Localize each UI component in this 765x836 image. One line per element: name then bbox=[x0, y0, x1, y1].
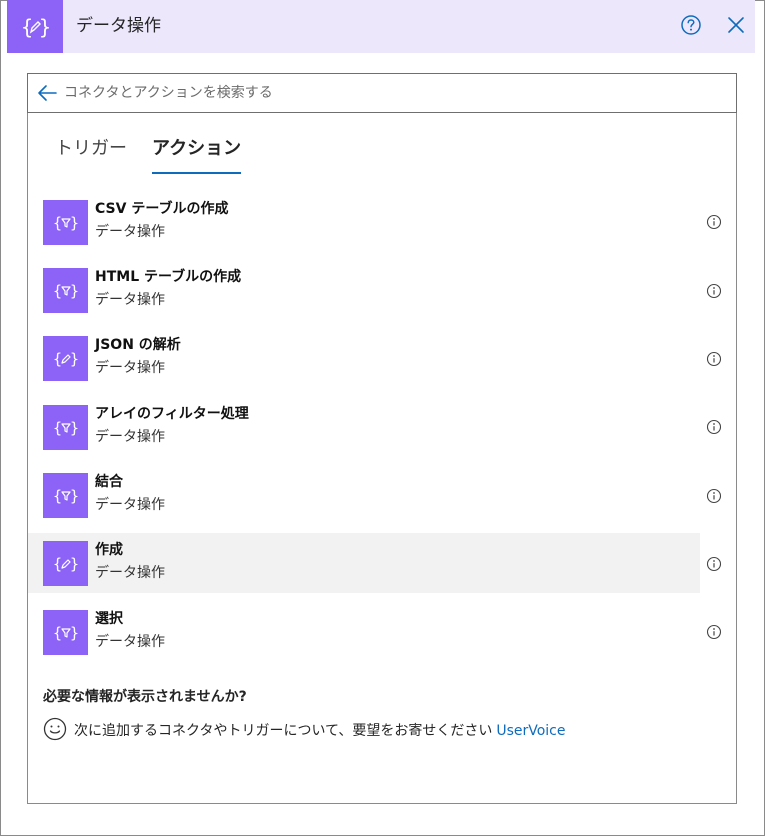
missing-info-heading: 必要な情報が表示されませんか? bbox=[43, 689, 247, 705]
close-icon[interactable] bbox=[725, 14, 747, 36]
action-item-select[interactable]: {} 選択 データ操作 bbox=[28, 602, 700, 662]
info-icon[interactable] bbox=[706, 419, 722, 435]
info-icon[interactable] bbox=[706, 283, 722, 299]
info-icon[interactable] bbox=[706, 556, 722, 572]
action-title: 結合 bbox=[95, 474, 123, 490]
data-edit-icon: {} bbox=[43, 541, 88, 586]
svg-text:{: { bbox=[53, 214, 62, 232]
active-tab-indicator bbox=[152, 172, 241, 174]
svg-text:}: } bbox=[70, 555, 79, 573]
dialog-header: { } データ操作 bbox=[7, 0, 755, 53]
action-subtitle: データ操作 bbox=[95, 224, 165, 240]
svg-text:}: } bbox=[39, 15, 51, 39]
svg-text:}: } bbox=[70, 350, 79, 368]
tab-triggers[interactable]: トリガー bbox=[55, 134, 127, 164]
action-subtitle: データ操作 bbox=[95, 634, 165, 650]
tab-actions[interactable]: アクション bbox=[152, 134, 241, 164]
data-filter-icon: {} bbox=[43, 473, 88, 518]
data-edit-icon: {} bbox=[43, 336, 88, 381]
action-item-create-html-table[interactable]: {} HTML テーブルの作成 データ操作 bbox=[28, 260, 700, 320]
action-subtitle: データ操作 bbox=[95, 360, 165, 376]
action-item-create-csv-table[interactable]: {} CSV テーブルの作成 データ操作 bbox=[28, 192, 700, 252]
action-subtitle: データ操作 bbox=[95, 429, 165, 445]
question-circle-icon[interactable] bbox=[680, 14, 702, 36]
action-title: CSV テーブルの作成 bbox=[95, 201, 229, 217]
action-title: JSON の解析 bbox=[95, 337, 181, 353]
action-item-parse-json[interactable]: {} JSON の解析 データ操作 bbox=[28, 328, 700, 388]
svg-text:{: { bbox=[53, 624, 62, 642]
svg-text:{: { bbox=[53, 487, 62, 505]
svg-text:}: } bbox=[70, 419, 79, 437]
info-icon[interactable] bbox=[706, 488, 722, 504]
info-icon[interactable] bbox=[706, 351, 722, 367]
dialog-title: データ操作 bbox=[76, 16, 161, 36]
search-box bbox=[27, 73, 737, 113]
info-icon[interactable] bbox=[706, 214, 722, 230]
svg-text:{: { bbox=[53, 555, 62, 573]
action-subtitle: データ操作 bbox=[95, 292, 165, 308]
feedback-message: 次に追加するコネクタやトリガーについて、要望をお寄せください UserVoice bbox=[74, 720, 566, 740]
svg-text:{: { bbox=[21, 15, 33, 39]
action-item-compose[interactable]: {} 作成 データ操作 bbox=[28, 533, 700, 593]
action-title: 作成 bbox=[95, 542, 123, 558]
search-input[interactable] bbox=[64, 74, 724, 112]
action-title: 選択 bbox=[95, 611, 123, 627]
data-filter-icon: {} bbox=[43, 610, 88, 655]
smiley-icon bbox=[43, 717, 67, 741]
action-subtitle: データ操作 bbox=[95, 497, 165, 513]
data-filter-icon: {} bbox=[43, 405, 88, 450]
action-subtitle: データ操作 bbox=[95, 565, 165, 581]
svg-text:{: { bbox=[53, 419, 62, 437]
action-item-join[interactable]: {} 結合 データ操作 bbox=[28, 465, 700, 525]
svg-text:}: } bbox=[70, 282, 79, 300]
action-item-filter-array[interactable]: {} アレイのフィルター処理 データ操作 bbox=[28, 397, 700, 457]
svg-text:}: } bbox=[70, 487, 79, 505]
uservoice-link[interactable]: UserVoice bbox=[496, 723, 565, 739]
data-filter-icon: {} bbox=[43, 268, 88, 313]
data-filter-icon: {} bbox=[43, 200, 88, 245]
svg-text:{: { bbox=[53, 350, 62, 368]
action-title: HTML テーブルの作成 bbox=[95, 269, 242, 285]
info-icon[interactable] bbox=[706, 624, 722, 640]
back-arrow-icon[interactable] bbox=[36, 83, 58, 103]
feedback-text: 次に追加するコネクタやトリガーについて、要望をお寄せください bbox=[74, 723, 493, 739]
action-title: アレイのフィルター処理 bbox=[95, 406, 249, 422]
svg-text:{: { bbox=[53, 282, 62, 300]
svg-text:}: } bbox=[70, 624, 79, 642]
svg-text:}: } bbox=[70, 214, 79, 232]
data-operations-logo-icon: { } bbox=[7, 0, 63, 53]
